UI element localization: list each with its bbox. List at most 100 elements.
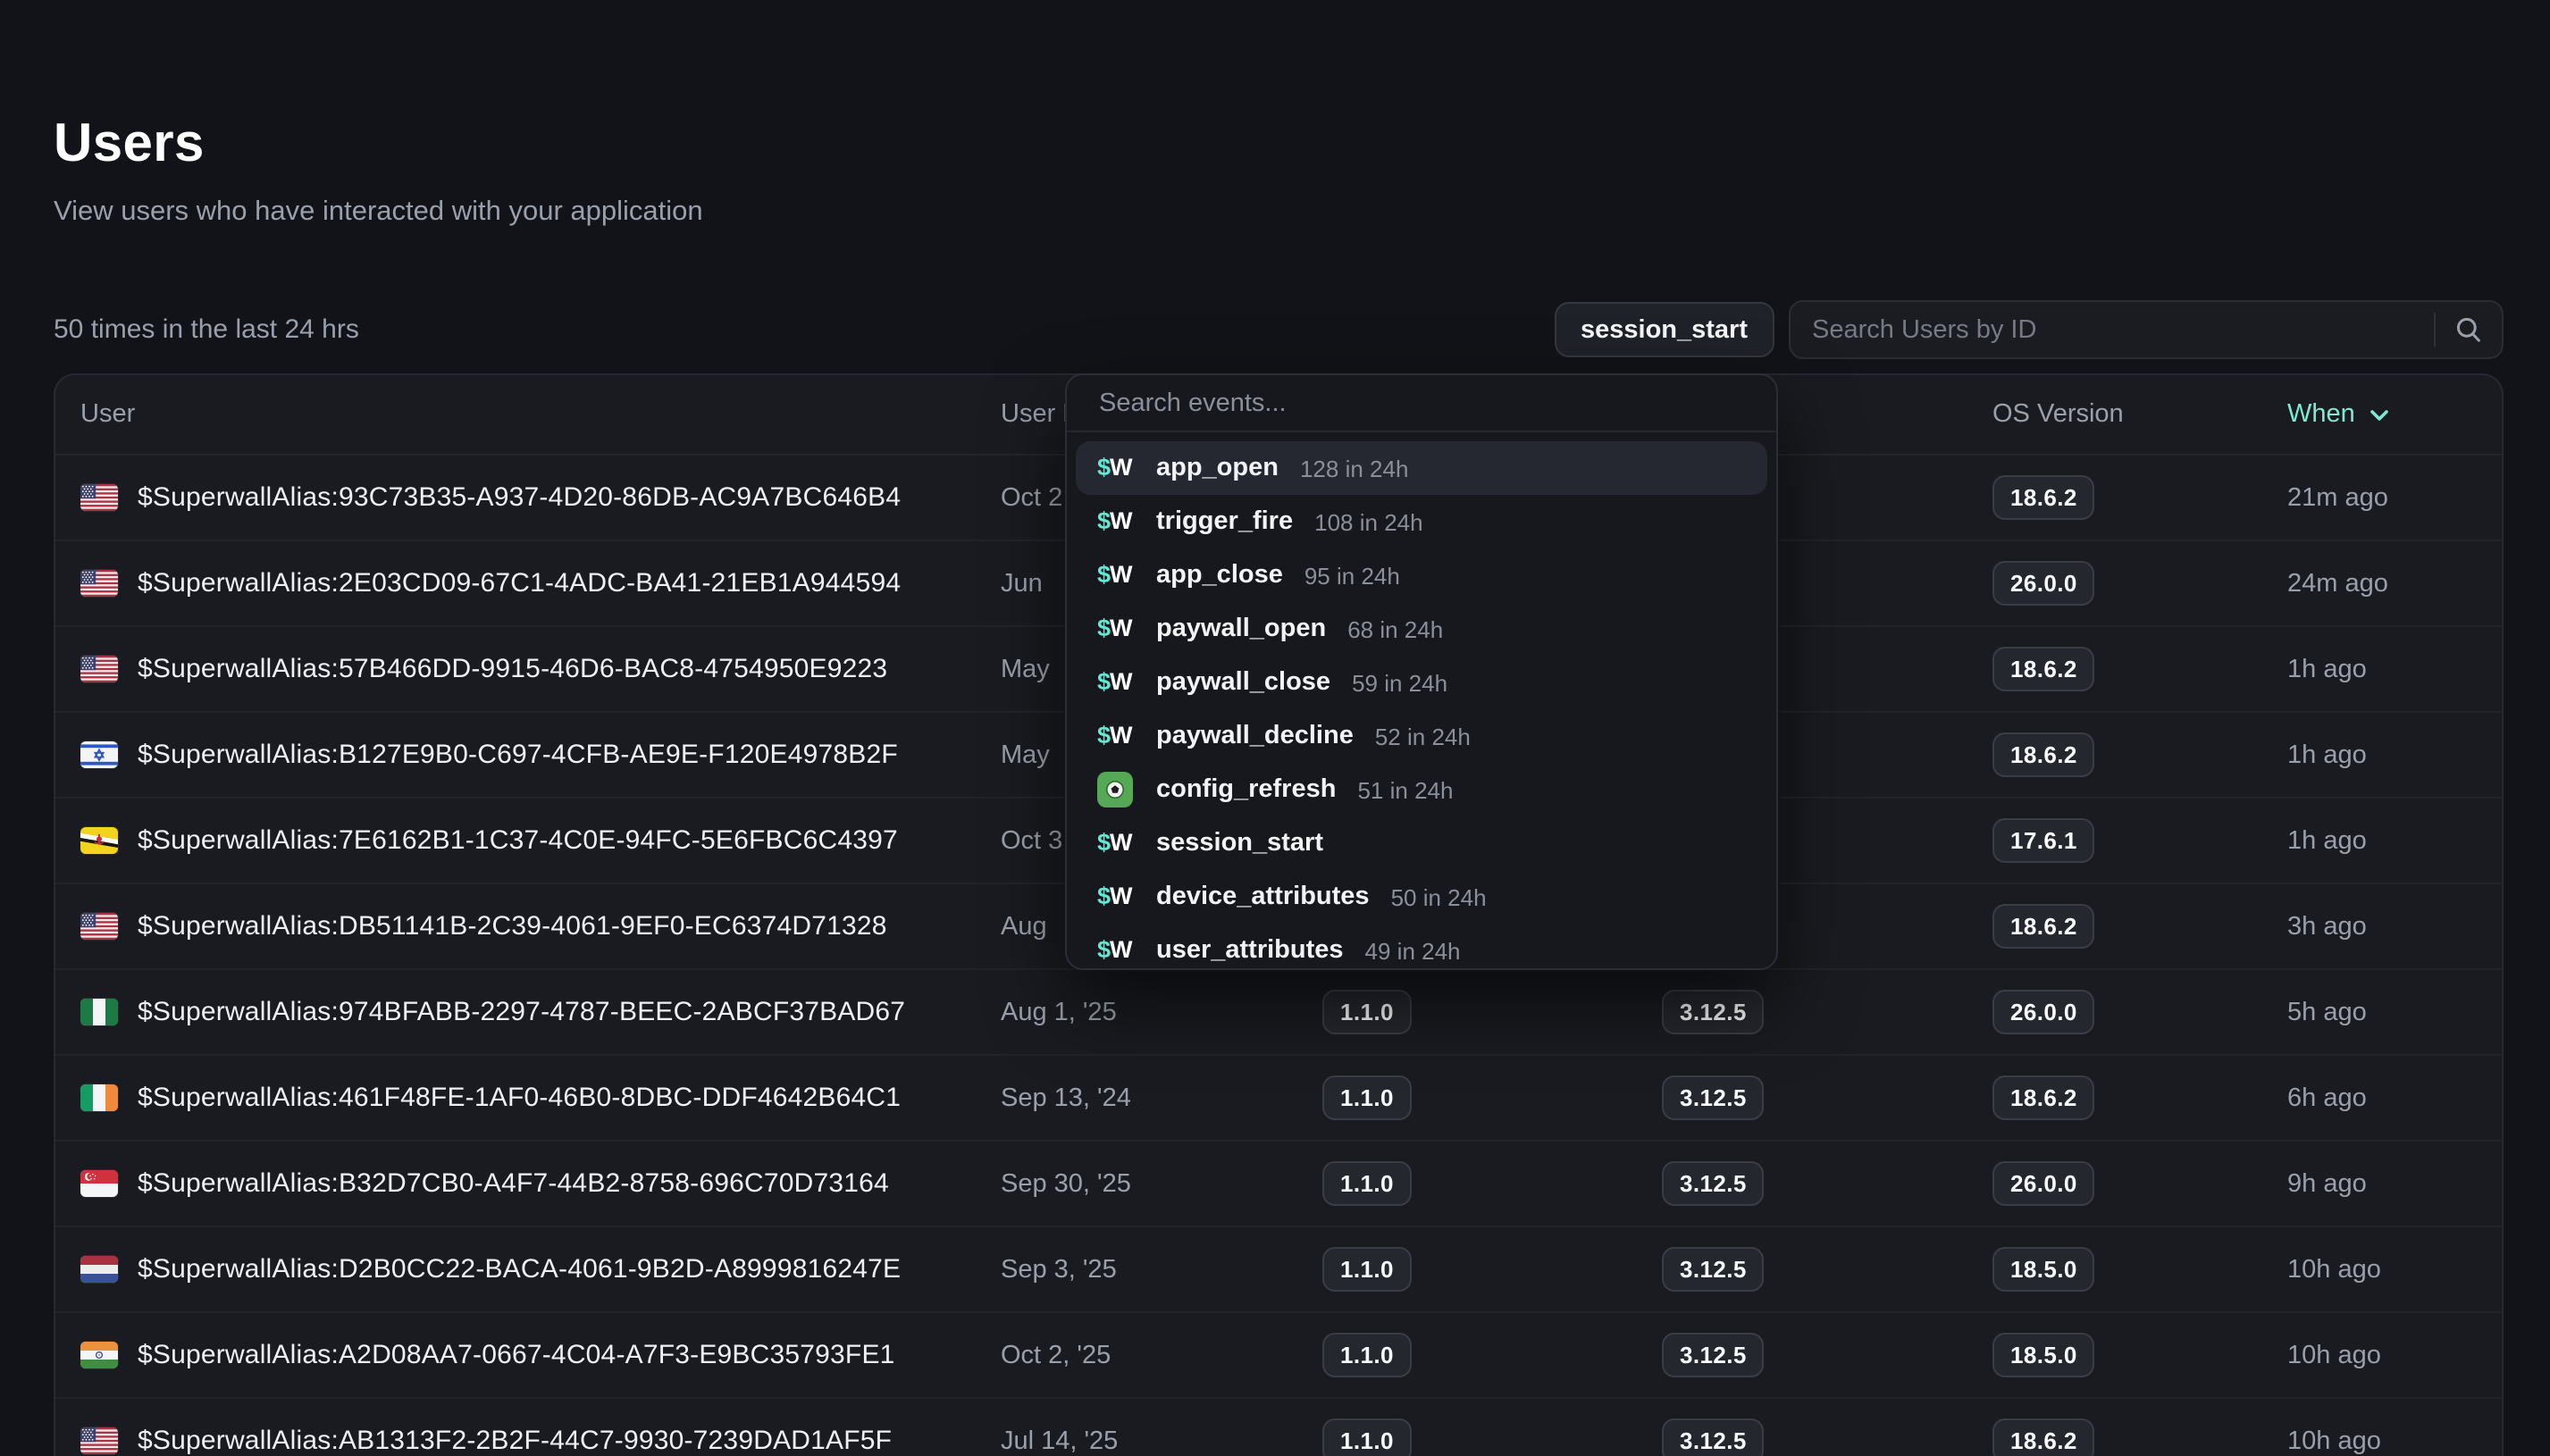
event-name: app_close [1156,561,1283,590]
event-name: user_attributes [1156,936,1344,965]
os-version-badge: 18.6.2 [1992,647,2095,691]
page-header: Users View users who have interacted wit… [54,118,2496,229]
event-count: 128 in 24h [1300,455,1408,481]
table-row[interactable]: $SuperwallAlias:A2D08AA7-0667-4C04-A7F3-… [55,1313,2502,1399]
event-filter-button[interactable]: session_start [1554,302,1774,357]
app-version-badge: 1.1.0 [1322,1247,1412,1292]
table-row[interactable]: $SuperwallAlias:B32D7CB0-A4F7-44B2-8758-… [55,1142,2502,1227]
app-version-badge: 1.1.0 [1322,1333,1412,1377]
page-title: Users [54,118,2496,172]
search-users-input[interactable] [1791,315,2434,344]
event-count: 50 in 24h [1391,883,1487,910]
event-name: paywall_close [1156,668,1330,697]
country-flag-icon [80,570,118,597]
when-value: 1h ago [2287,826,2502,855]
event-list-item[interactable]: $W session_start [1076,816,1767,870]
user-cell: $SuperwallAlias:AB1313F2-2B2F-44C7-9930-… [80,1426,1001,1456]
os-version-badge: 26.0.0 [1992,561,2095,606]
search-icon[interactable] [2436,316,2502,343]
superwall-event-icon: $W [1097,671,1137,695]
when-value: 3h ago [2287,912,2502,941]
first-seen-value: Aug 1, '25 [1001,998,1322,1026]
user-search-box[interactable] [1789,300,2504,359]
events-search-input[interactable] [1099,389,1744,417]
first-seen-value: Oct 2, '25 [1001,1341,1322,1369]
event-list-item[interactable]: $W paywall_open 68 in 24h [1076,602,1767,656]
country-flag-icon [80,1084,118,1111]
event-list-item[interactable]: $Wpaywall_decline52 in 24h [1076,709,1767,763]
app-version-badge: 1.1.0 [1322,990,1412,1034]
column-header-when[interactable]: When [2287,400,2502,429]
os-version-badge: 17.6.1 [1992,818,2095,863]
event-list-item[interactable]: $Wdevice_attributes50 in 24h [1076,870,1767,924]
user-cell: $SuperwallAlias:57B466DD-9915-46D6-BAC8-… [80,654,1001,684]
os-version-badge: 18.6.2 [1992,475,2095,520]
superwall-event-icon: $W [1097,510,1137,534]
user-alias: $SuperwallAlias:974BFABB-2297-4787-BEEC-… [138,997,905,1027]
user-cell: $SuperwallAlias:B127E9B0-C697-4CFB-AE9E-… [80,740,1001,770]
event-list-item[interactable]: config_refresh51 in 24h [1076,763,1767,816]
event-count: 68 in 24h [1347,615,1443,642]
table-row[interactable]: $SuperwallAlias:461F48FE-1AF0-46B0-8DBC-… [55,1056,2502,1142]
user-cell: $SuperwallAlias:A2D08AA7-0667-4C04-A7F3-… [80,1340,1001,1370]
config-app-icon [1097,772,1137,807]
event-list-item[interactable]: $W trigger_fire 108 in 24h [1076,495,1767,548]
event-name: trigger_fire [1156,507,1293,536]
user-cell: $SuperwallAlias:974BFABB-2297-4787-BEEC-… [80,997,1001,1027]
event-name: paywall_open [1156,615,1326,643]
sdk-version-badge: 3.12.5 [1662,1247,1765,1292]
superwall-event-icon: $W [1097,832,1137,856]
os-version-badge: 18.5.0 [1992,1247,2095,1292]
table-row[interactable]: $SuperwallAlias:974BFABB-2297-4787-BEEC-… [55,970,2502,1056]
when-label: When [2287,400,2355,429]
os-version-badge: 18.5.0 [1992,1333,2095,1377]
country-flag-icon [80,1427,118,1454]
user-alias: $SuperwallAlias:A2D08AA7-0667-4C04-A7F3-… [138,1340,895,1370]
when-value: 6h ago [2287,1084,2502,1112]
user-cell: $SuperwallAlias:D2B0CC22-BACA-4061-9B2D-… [80,1254,1001,1284]
country-flag-icon [80,1170,118,1197]
when-value: 10h ago [2287,1427,2502,1455]
country-flag-icon [80,484,118,511]
user-alias: $SuperwallAlias:B127E9B0-C697-4CFB-AE9E-… [138,740,898,770]
country-flag-icon [80,656,118,682]
event-list-item[interactable]: $Wapp_close95 in 24h [1076,548,1767,602]
user-alias: $SuperwallAlias:7E6162B1-1C37-4C0E-94FC-… [138,825,898,856]
first-seen-value: Sep 30, '25 [1001,1169,1322,1198]
country-flag-icon [80,913,118,940]
os-version-badge: 26.0.0 [1992,990,2095,1034]
app-version-badge: 1.1.0 [1322,1161,1412,1206]
when-value: 1h ago [2287,655,2502,683]
user-alias: $SuperwallAlias:461F48FE-1AF0-46B0-8DBC-… [138,1083,901,1113]
os-version-badge: 18.6.2 [1992,732,2095,777]
event-name: session_start [1156,829,1323,858]
table-row[interactable]: $SuperwallAlias:AB1313F2-2B2F-44C7-9930-… [55,1399,2502,1456]
user-alias: $SuperwallAlias:57B466DD-9915-46D6-BAC8-… [138,654,887,684]
event-list-item[interactable]: $Wpaywall_close59 in 24h [1076,656,1767,709]
superwall-event-icon: $W [1097,564,1137,588]
event-name: config_refresh [1156,775,1336,804]
os-version-badge: 18.6.2 [1992,1418,2095,1456]
column-header-user: User [80,400,1001,429]
events-search-box[interactable] [1067,375,1776,432]
superwall-event-icon: $W [1097,617,1137,641]
when-value: 21m ago [2287,483,2502,512]
event-count: 108 in 24h [1314,508,1422,535]
first-seen-value: Sep 13, '24 [1001,1084,1322,1112]
user-alias: $SuperwallAlias:DB51141B-2C39-4061-9EF0-… [138,911,887,941]
sdk-version-badge: 3.12.5 [1662,1333,1765,1377]
user-alias: $SuperwallAlias:2E03CD09-67C1-4ADC-BA41-… [138,568,901,598]
sdk-version-badge: 3.12.5 [1662,1418,1765,1456]
app-version-badge: 1.1.0 [1322,1418,1412,1456]
sdk-version-badge: 3.12.5 [1662,1075,1765,1120]
event-list-item[interactable]: $Wuser_attributes49 in 24h [1076,924,1767,970]
os-version-badge: 26.0.0 [1992,1161,2095,1206]
event-list-item[interactable]: $Wapp_open128 in 24h [1076,441,1767,495]
user-cell: $SuperwallAlias:93C73B35-A937-4D20-86DB-… [80,482,1001,513]
superwall-event-icon: $W [1097,885,1137,909]
user-alias: $SuperwallAlias:D2B0CC22-BACA-4061-9B2D-… [138,1254,901,1284]
user-alias: $SuperwallAlias:B32D7CB0-A4F7-44B2-8758-… [138,1168,889,1199]
user-cell: $SuperwallAlias:B32D7CB0-A4F7-44B2-8758-… [80,1168,1001,1199]
sdk-version-badge: 3.12.5 [1662,990,1765,1034]
table-row[interactable]: $SuperwallAlias:D2B0CC22-BACA-4061-9B2D-… [55,1227,2502,1313]
